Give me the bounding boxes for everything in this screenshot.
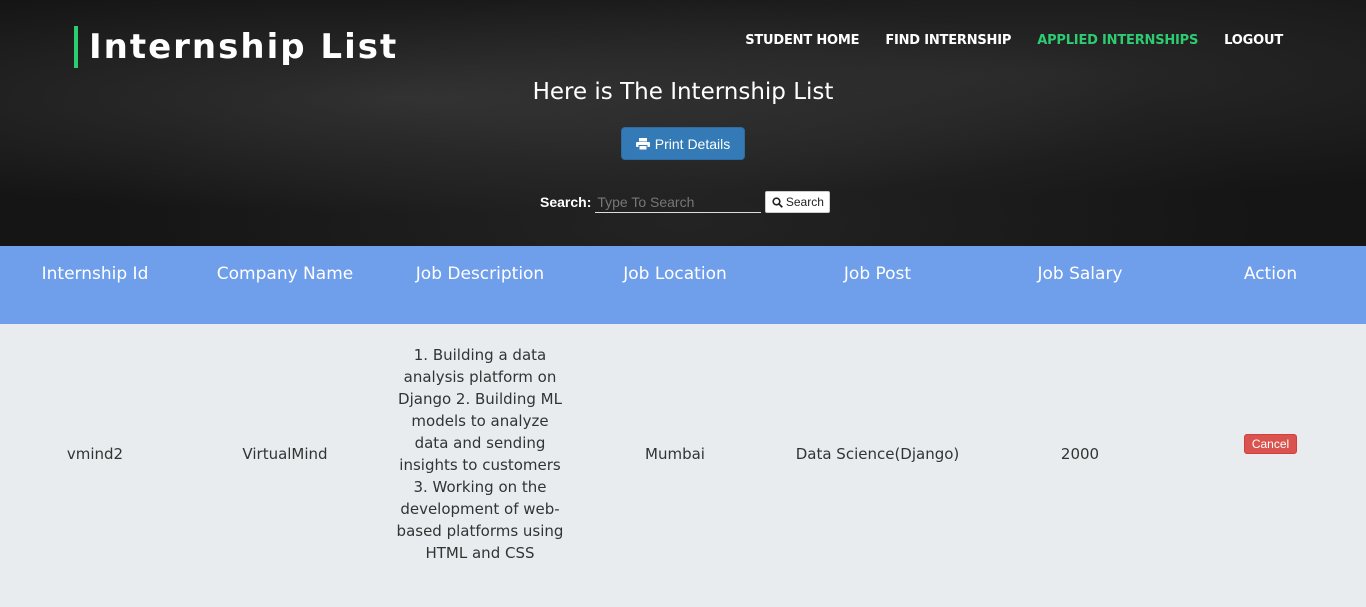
search-button-label: Search	[785, 195, 824, 209]
nav-find-internship[interactable]: FIND INTERNSHIP	[885, 32, 1011, 50]
table-row: vmind2 VirtualMind 1. Building a data an…	[0, 324, 1366, 584]
col-header-job-description: Job Description	[380, 246, 580, 324]
cell-job-salary: 2000	[985, 324, 1175, 584]
cell-job-post: Data Science(Django)	[770, 324, 985, 584]
print-icon	[635, 137, 650, 150]
cell-internship-id: vmind2	[0, 324, 190, 584]
col-header-company-name: Company Name	[190, 246, 380, 324]
nav-student-home[interactable]: STUDENT HOME	[745, 32, 859, 50]
col-header-internship-id: Internship Id	[0, 246, 190, 324]
cell-company-name: VirtualMind	[190, 324, 380, 584]
search-input[interactable]	[595, 191, 762, 213]
cell-job-description: 1. Building a data analysis platform on …	[380, 324, 580, 584]
col-header-action: Action	[1175, 246, 1366, 324]
cell-action: Cancel	[1175, 324, 1366, 584]
nav-logout[interactable]: LOGOUT	[1224, 32, 1283, 50]
table-header-row: Internship Id Company Name Job Descripti…	[0, 246, 1366, 324]
cell-job-location: Mumbai	[580, 324, 770, 584]
print-details-button[interactable]: Print Details	[621, 127, 745, 160]
col-header-job-salary: Job Salary	[985, 246, 1175, 324]
cancel-button[interactable]: Cancel	[1243, 434, 1298, 454]
search-label: Search:	[540, 194, 592, 210]
internship-table: Internship Id Company Name Job Descripti…	[0, 246, 1366, 584]
top-nav: STUDENT HOME FIND INTERNSHIP APPLIED INT…	[719, 32, 1283, 50]
print-details-label: Print Details	[654, 135, 731, 152]
col-header-job-post: Job Post	[770, 246, 985, 324]
col-header-job-location: Job Location	[580, 246, 770, 324]
nav-applied-internships[interactable]: APPLIED INTERNSHIPS	[1037, 32, 1198, 50]
page-heading: Here is The Internship List	[532, 79, 834, 105]
hero-banner: Internship List STUDENT HOME FIND INTERN…	[0, 0, 1366, 246]
search-button[interactable]: Search	[765, 191, 831, 213]
search-icon	[772, 196, 783, 208]
page-brand-title: Internship List	[74, 26, 398, 68]
search-bar: Search: Search	[540, 191, 831, 213]
